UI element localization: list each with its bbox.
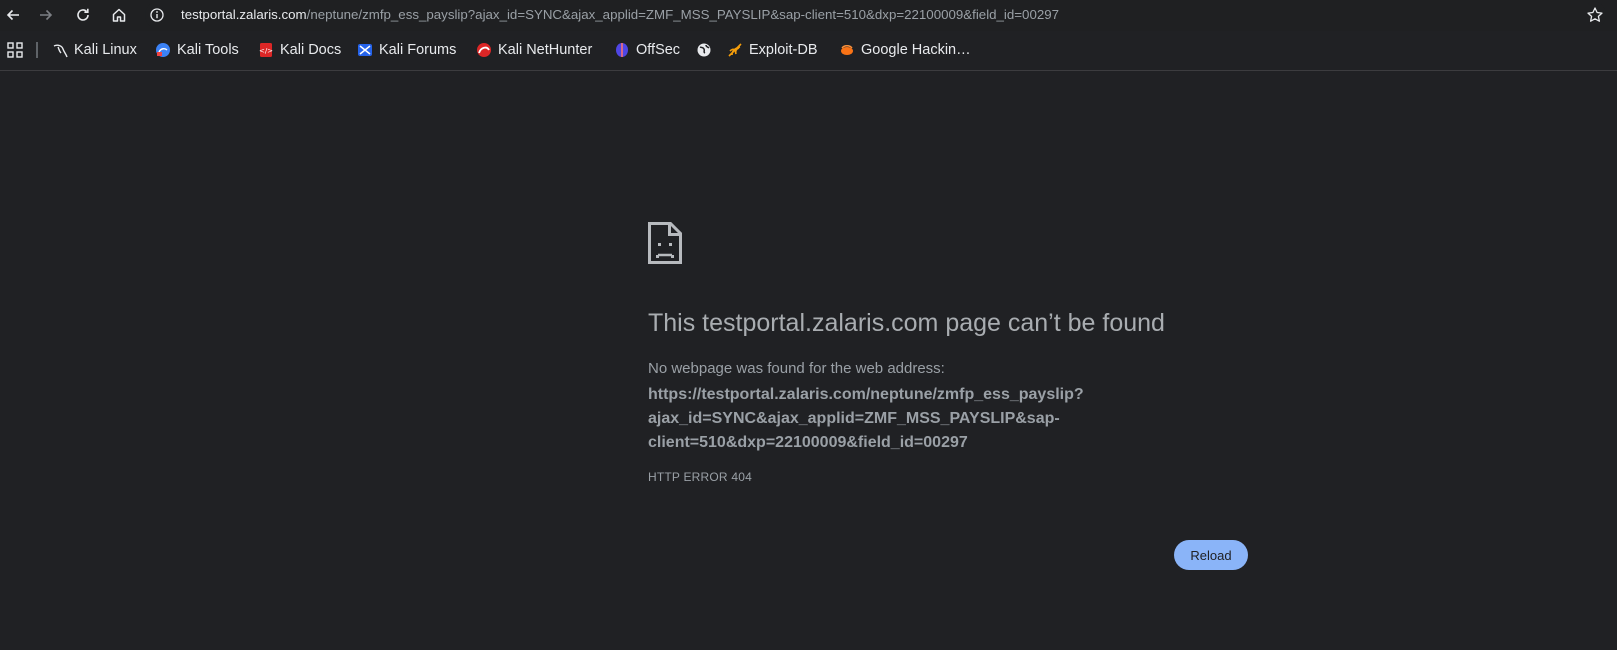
- url-text[interactable]: testportal.zalaris.com/neptune/zmfp_ess_…: [181, 7, 1059, 22]
- bookmark-google-hacking[interactable]: Google Hackin…: [839, 40, 971, 60]
- svg-text:</>: </>: [259, 47, 273, 55]
- info-icon[interactable]: [149, 7, 165, 23]
- arrow-right-icon: [40, 9, 53, 21]
- reload-icon: [77, 8, 89, 21]
- error-url-line: https://testportal.zalaris.com/neptune/z…: [648, 386, 1084, 403]
- error-code: HTTP ERROR 404: [648, 470, 752, 484]
- globe-icon: [697, 43, 711, 57]
- url-path: /neptune/zmfp_ess_payslip?ajax_id=SYNC&a…: [306, 7, 1060, 22]
- bookmark-label: Kali Tools: [177, 42, 239, 58]
- bookmark-label: Kali Forums: [379, 42, 457, 58]
- address-bar[interactable]: testportal.zalaris.com/neptune/zmfp_ess_…: [145, 1, 1606, 29]
- star-icon[interactable]: [1586, 6, 1604, 24]
- bookmark-label: OffSec: [636, 42, 681, 58]
- bookmark-kali-tools[interactable]: Kali Tools: [155, 40, 239, 60]
- bookmarks-bar: Kali Linux Kali Tools </> Kali Docs Kali…: [0, 35, 1617, 71]
- bookmark-label: Exploit-DB: [749, 42, 818, 58]
- kali-docs-icon: </>: [259, 43, 273, 57]
- sad-page-icon: [648, 222, 682, 264]
- exploit-db-icon: [728, 43, 742, 57]
- error-message: No webpage was found for the web address…: [648, 360, 945, 377]
- browser-toolbar: testportal.zalaris.com/neptune/zmfp_ess_…: [0, 0, 1617, 31]
- offsec-icon: [616, 43, 628, 57]
- error-url-line: ajax_id=SYNC&ajax_applid=ZMF_MSS_PAYSLIP…: [648, 410, 1060, 427]
- bookmark-label: Kali Docs: [280, 42, 342, 58]
- bookmarks-separator: [36, 42, 38, 58]
- ghdb-icon: [841, 45, 853, 55]
- bookmark-kali-linux[interactable]: Kali Linux: [52, 40, 137, 60]
- bookmark-kali-nethunter[interactable]: Kali NetHunter: [476, 40, 592, 60]
- home-icon: [112, 8, 126, 22]
- bookmark-label: Google Hackin…: [861, 42, 971, 58]
- kali-tools-icon: [156, 43, 170, 57]
- nethunter-icon: [477, 43, 491, 57]
- forward-button[interactable]: [33, 2, 59, 28]
- bookmark-offsec[interactable]: OffSec: [614, 40, 680, 60]
- bookmark-globe[interactable]: [696, 40, 712, 60]
- kali-dragon-icon: [53, 44, 68, 58]
- apps-grid-icon[interactable]: [7, 42, 23, 58]
- error-url-line: client=510&dxp=22100009&field_id=00297: [648, 434, 968, 451]
- bookmark-kali-docs[interactable]: </> Kali Docs: [258, 40, 341, 60]
- error-title: This testportal.zalaris.com page can’t b…: [648, 309, 1165, 337]
- reload-page-button[interactable]: Reload: [1174, 540, 1248, 570]
- bookmark-kali-forums[interactable]: Kali Forums: [357, 40, 456, 60]
- url-host: testportal.zalaris.com: [181, 7, 307, 22]
- bookmark-exploit-db[interactable]: Exploit-DB: [727, 40, 818, 60]
- home-button[interactable]: [106, 2, 132, 28]
- kali-forums-icon: [358, 44, 372, 56]
- back-button[interactable]: [0, 2, 26, 28]
- error-url: https://testportal.zalaris.com/neptune/z…: [648, 383, 1148, 455]
- reload-button[interactable]: [70, 2, 96, 28]
- bookmark-label: Kali NetHunter: [498, 42, 593, 58]
- bookmark-label: Kali Linux: [74, 42, 137, 58]
- arrow-left-icon: [6, 9, 19, 21]
